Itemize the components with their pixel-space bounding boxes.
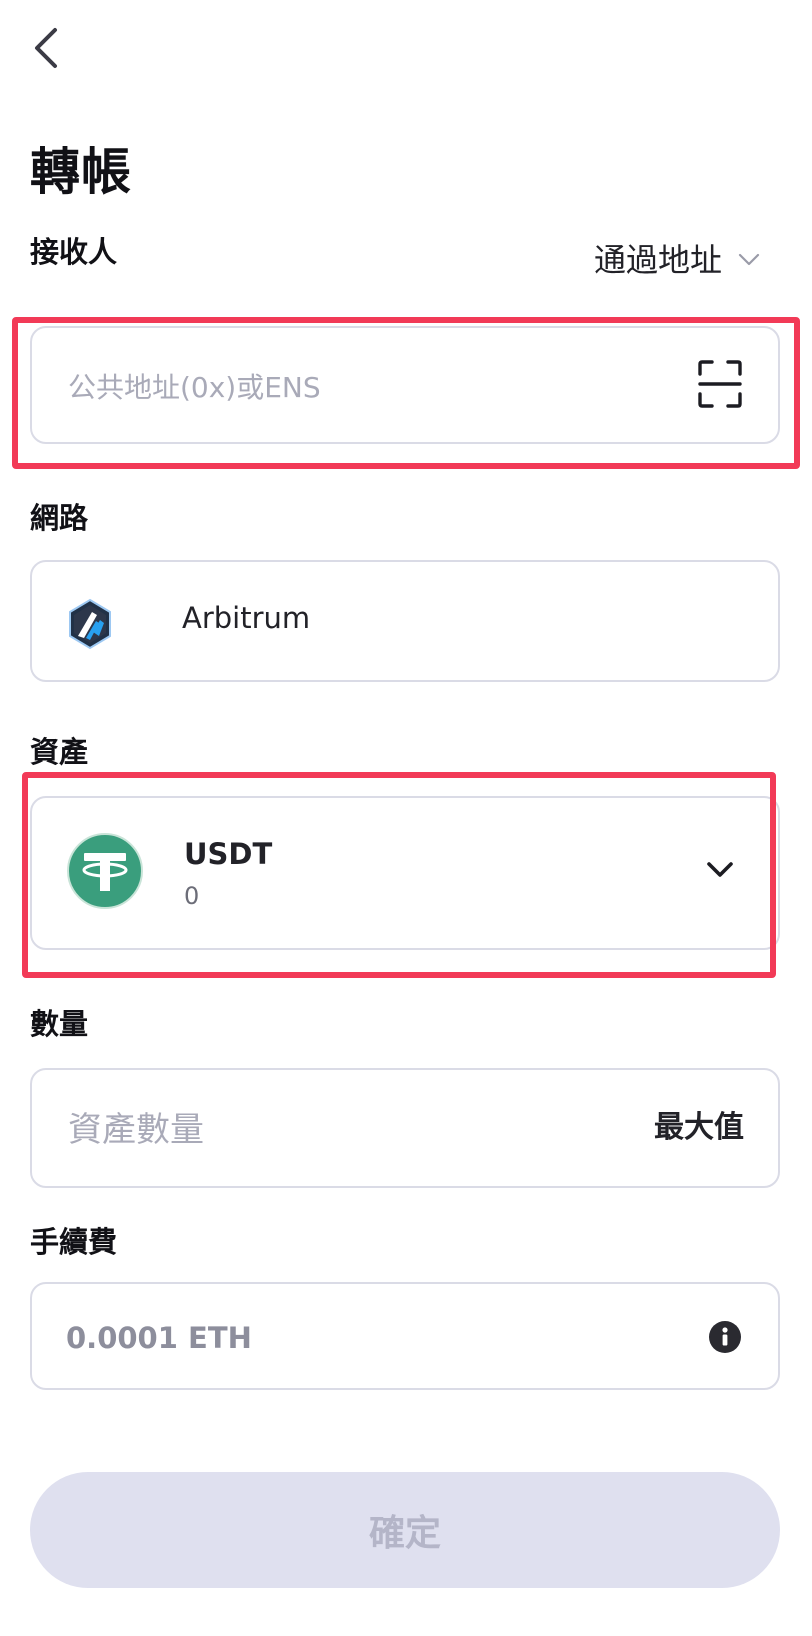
recipient-label: 接收人 (30, 235, 118, 269)
back-button[interactable] (22, 20, 70, 76)
amount-label: 數量 (30, 1007, 89, 1041)
network-selector[interactable]: Arbitrum (30, 560, 780, 682)
scan-icon (698, 360, 742, 408)
max-button[interactable]: 最大值 (654, 1106, 744, 1150)
asset-selector[interactable]: USDT 0 (30, 796, 780, 950)
asset-balance: 0 (184, 882, 200, 910)
recipient-address-field (30, 326, 780, 444)
chevron-down-icon (738, 253, 760, 266)
asset-symbol: USDT (184, 837, 273, 871)
fee-label: 手續費 (30, 1225, 118, 1259)
amount-input[interactable] (66, 1100, 610, 1160)
arbitrum-logo-icon (66, 598, 114, 650)
amount-field: 最大值 (30, 1068, 780, 1188)
chevron-left-icon (35, 28, 57, 68)
network-label: 網路 (30, 501, 89, 535)
chevron-down-icon (706, 860, 734, 880)
recipient-address-input[interactable] (66, 358, 650, 416)
scan-qr-button[interactable] (696, 358, 744, 410)
info-icon (709, 1321, 741, 1353)
recipient-mode-dropdown[interactable]: 通過地址 (594, 238, 760, 282)
network-name: Arbitrum (182, 601, 311, 635)
fee-field: 0.0001 ETH (30, 1282, 780, 1390)
recipient-mode-label: 通過地址 (593, 241, 722, 279)
fee-value: 0.0001 ETH (66, 1321, 252, 1355)
confirm-button[interactable]: 確定 (30, 1472, 780, 1588)
fee-info-button[interactable] (708, 1320, 742, 1354)
page-title: 轉帳 (30, 143, 132, 201)
usdt-logo-icon (66, 832, 144, 910)
asset-label: 資產 (30, 735, 89, 769)
